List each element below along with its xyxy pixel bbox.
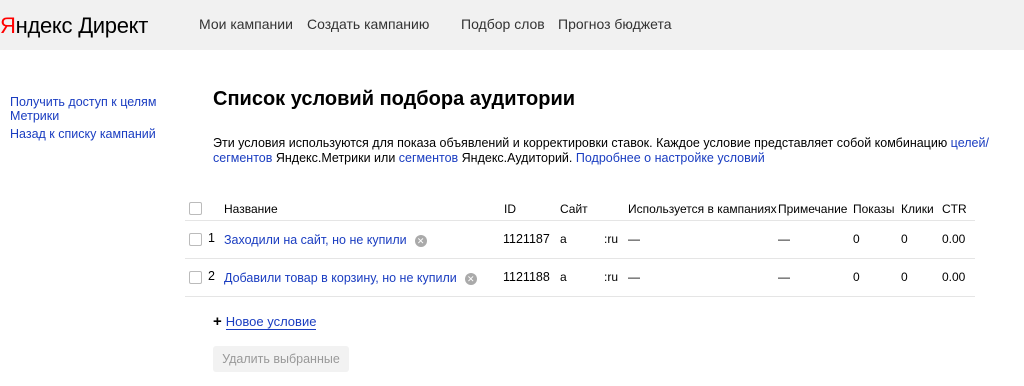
sidebar-link-metrika-access[interactable]: Получить доступ к целям Метрики — [10, 95, 180, 123]
plus-icon: + — [213, 313, 222, 330]
remove-icon[interactable]: ✕ — [414, 234, 427, 247]
row-site-b: :ru — [604, 270, 619, 284]
row-site-b: :ru — [604, 232, 619, 246]
row-name-cell: Добавили товар в корзину, но не купили ✕ — [224, 271, 477, 285]
new-condition-link[interactable]: + Новое условие — [213, 313, 317, 330]
row-number: 1 — [208, 231, 215, 245]
delete-selected-button[interactable]: Удалить выбранные — [213, 346, 349, 372]
col-id: ID — [504, 202, 516, 216]
col-shows: Показы — [853, 202, 895, 216]
col-ctr: CTR — [942, 202, 967, 216]
col-note: Примечание — [778, 202, 848, 216]
desc-text-3: Яндекс.Аудиторий. — [458, 151, 576, 165]
row-used: — — [628, 270, 640, 284]
row-note: — — [778, 270, 790, 284]
conditions-table: Название ID Сайт Используется в кампания… — [185, 200, 975, 297]
row-number: 2 — [208, 269, 215, 283]
row-shows: 0 — [853, 232, 860, 246]
logo-yandex-text: ндекс — [15, 13, 73, 38]
logo-product-text: Директ — [78, 13, 149, 38]
row-id: 1121187 — [503, 232, 550, 246]
remove-icon[interactable]: ✕ — [464, 272, 477, 285]
header-bar: Яндекс Директ Мои кампании Создать кампан… — [0, 0, 1024, 50]
row-shows: 0 — [853, 270, 860, 284]
table-header: Название ID Сайт Используется в кампания… — [185, 200, 975, 221]
row-clicks: 0 — [901, 270, 908, 284]
row-used: — — [628, 232, 640, 246]
row-ctr: 0.00 — [942, 232, 966, 246]
yandex-direct-logo[interactable]: Яндекс Директ — [0, 13, 148, 39]
nav-word-selection[interactable]: Подбор слов — [461, 16, 545, 32]
table-row: 1 Заходили на сайт, но не купили ✕ 112118… — [185, 221, 975, 259]
page-description: Эти условия используются для показа объя… — [213, 136, 993, 166]
condition-link[interactable]: Добавили товар в корзину, но не купили — [224, 271, 457, 285]
col-site: Сайт — [560, 202, 588, 216]
row-clicks: 0 — [901, 232, 908, 246]
condition-link[interactable]: Заходили на сайт, но не купили — [224, 233, 407, 247]
table-row: 2 Добавили товар в корзину, но не купили… — [185, 259, 975, 297]
nav-budget-forecast[interactable]: Прогноз бюджета — [558, 16, 672, 32]
col-name: Название — [224, 202, 278, 216]
desc-link-segments[interactable]: сегментов — [399, 151, 458, 165]
new-condition-label: Новое условие — [225, 314, 317, 330]
col-used-in-campaigns: Используется в кампаниях — [628, 202, 777, 216]
row-checkbox[interactable] — [189, 233, 202, 246]
row-site-a: a — [560, 232, 567, 246]
row-id: 1121188 — [503, 270, 550, 284]
sidebar-link-back-to-campaigns[interactable]: Назад к списку кампаний — [10, 127, 180, 141]
row-note: — — [778, 232, 790, 246]
desc-link-more-info[interactable]: Подробнее о настройке условий — [576, 151, 765, 165]
logo-letter-ya: Я — [0, 13, 16, 38]
row-name-cell: Заходили на сайт, но не купили ✕ — [224, 233, 427, 247]
desc-text-2: Яндекс.Метрики или — [272, 151, 399, 165]
row-checkbox[interactable] — [189, 271, 202, 284]
page-title: Список условий подбора аудитории — [213, 88, 576, 110]
nav-my-campaigns[interactable]: Мои кампании — [199, 16, 293, 32]
row-site-a: a — [560, 270, 567, 284]
select-all-checkbox[interactable] — [189, 202, 202, 215]
col-clicks: Клики — [901, 202, 934, 216]
row-ctr: 0.00 — [942, 270, 966, 284]
desc-text-1: Эти условия используются для показа объя… — [213, 136, 951, 150]
nav-create-campaign[interactable]: Создать кампанию — [307, 16, 429, 32]
